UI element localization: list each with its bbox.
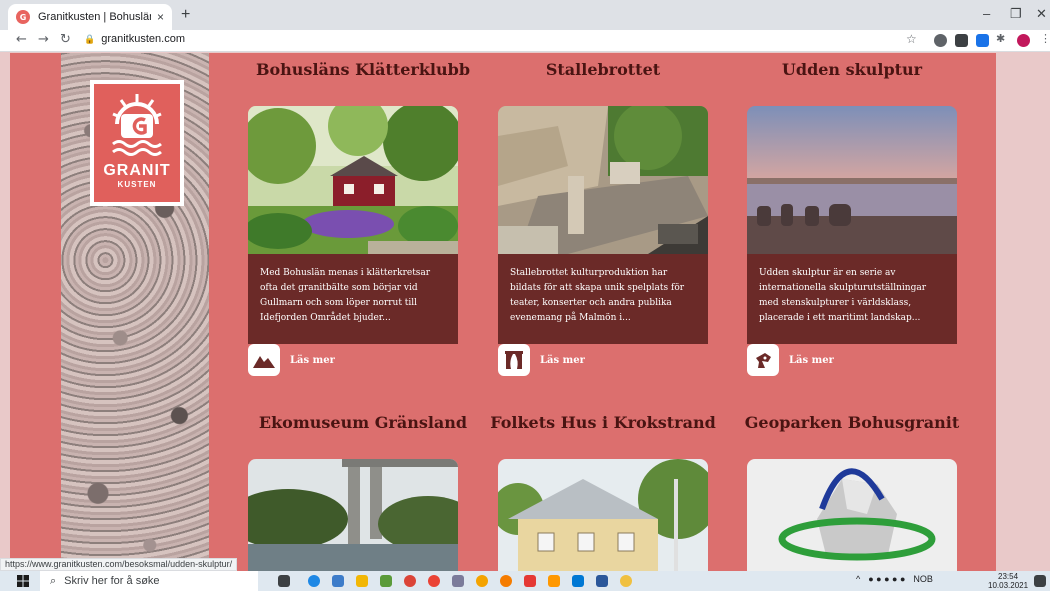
extension-icon[interactable]	[976, 34, 989, 47]
card-title[interactable]: Folkets Hus i Krokstrand	[478, 413, 728, 432]
card-image-ekomuseum[interactable]	[248, 459, 458, 571]
card-title[interactable]: Ekomuseum Gränsland	[238, 413, 488, 432]
notification-icon[interactable]	[1034, 575, 1046, 587]
logo-g-emblem	[112, 94, 162, 156]
file-explorer-icon[interactable]	[356, 575, 368, 587]
clock-time: 23:54	[998, 572, 1019, 581]
tab-title: Granitkusten | Bohuslänsk granit	[38, 11, 151, 23]
word-icon[interactable]	[596, 575, 608, 587]
card-title[interactable]: Geoparken Bohusgranit	[732, 413, 972, 432]
card-title[interactable]: Udden skulptur	[737, 60, 967, 79]
minimize-icon[interactable]: –	[983, 6, 990, 21]
card-image-folkets-hus[interactable]	[498, 459, 708, 571]
page-content: GRANIT KUSTEN Bohusläns Klätterklubb Sta…	[10, 53, 996, 571]
puzzle-icon[interactable]: ✱	[996, 32, 1005, 45]
card-footer[interactable]: Läs mer	[498, 344, 708, 376]
taskbar-clock[interactable]: 23:54 10.03.2021	[988, 572, 1028, 590]
close-window-icon[interactable]: ✕	[1036, 6, 1047, 22]
card-footer[interactable]: Läs mer	[248, 344, 458, 376]
card-description: Med Bohuslän menas i klätterkretsar ofta…	[248, 254, 458, 344]
card-image-udden-skulptur[interactable]	[747, 106, 957, 254]
card-description: Udden skulptur är en serie av internatio…	[747, 254, 957, 344]
sculpture-icon	[747, 344, 779, 376]
close-tab-icon[interactable]: ×	[157, 10, 164, 24]
taskbar-search-input[interactable]: ⌕ Skriv her for å søke	[40, 571, 258, 591]
bookmark-star-icon[interactable]: ☆	[906, 32, 917, 46]
logo-text-granit: GRANIT	[103, 162, 171, 179]
url-text: granitkusten.com	[101, 33, 185, 45]
granite-sidebar-image: GRANIT KUSTEN	[61, 53, 209, 571]
browser-tab[interactable]: G Granitkusten | Bohuslänsk granit ×	[8, 4, 172, 30]
card-title[interactable]: Bohusläns Klätterklubb	[238, 60, 488, 79]
google-icon[interactable]	[404, 575, 416, 587]
app-icon[interactable]	[452, 575, 464, 587]
theater-icon	[498, 344, 530, 376]
granitkusten-logo[interactable]: GRANIT KUSTEN	[90, 80, 184, 206]
read-more-link[interactable]: Läs mer	[540, 355, 585, 366]
clock-date: 10.03.2021	[988, 581, 1029, 590]
app-icon[interactable]	[500, 575, 512, 587]
app-icon[interactable]	[476, 575, 488, 587]
search-icon: ⌕	[50, 574, 57, 587]
address-bar[interactable]: 🔒 granitkusten.com	[84, 33, 185, 45]
read-more-link[interactable]: Läs mer	[789, 355, 834, 366]
card-image-klatterklubb[interactable]	[248, 106, 458, 254]
extension-icon[interactable]	[955, 34, 968, 47]
chevron-up-icon[interactable]: ^	[856, 574, 860, 584]
back-icon[interactable]: ←	[16, 32, 27, 47]
chrome-icon[interactable]	[428, 575, 440, 587]
restore-icon[interactable]: ❐	[1010, 6, 1022, 22]
app-icon[interactable]	[620, 575, 632, 587]
lock-icon: 🔒	[84, 33, 96, 44]
task-view-icon[interactable]	[278, 575, 290, 587]
reload-icon[interactable]: ↻	[60, 32, 71, 47]
windows-start-icon[interactable]	[17, 575, 29, 587]
edge-icon[interactable]	[308, 575, 320, 587]
menu-icon[interactable]: ⋮	[1040, 32, 1050, 45]
card-description: Stallebrottet kulturproduktion har bilda…	[498, 254, 708, 344]
favicon-icon: G	[16, 10, 30, 24]
read-more-link[interactable]: Läs mer	[290, 355, 335, 366]
outlook-icon[interactable]	[572, 575, 584, 587]
app-icon[interactable]	[548, 575, 560, 587]
profile-avatar[interactable]	[1017, 34, 1030, 47]
card-image-stallebrottet[interactable]	[498, 106, 708, 254]
office-icon[interactable]	[524, 575, 536, 587]
tray-icons[interactable]: ● ● ● ● ●	[868, 574, 905, 584]
card-title[interactable]: Stallebrottet	[488, 60, 718, 79]
extension-icon[interactable]	[934, 34, 947, 47]
search-placeholder: Skriv her for å søke	[64, 575, 160, 587]
card-footer[interactable]: Läs mer	[747, 344, 957, 376]
app-icon[interactable]	[380, 575, 392, 587]
browser-tab-bar: G Granitkusten | Bohuslänsk granit × + –…	[0, 0, 1050, 30]
browser-toolbar: ← → ↻ 🔒 granitkusten.com ☆ ✱ ⋮	[0, 30, 1050, 52]
windows-taskbar: ⌕ Skriv her for å søke ^ ● ● ● ● ● NOB 2…	[0, 571, 1050, 591]
app-icon[interactable]	[332, 575, 344, 587]
forward-icon[interactable]: →	[38, 32, 49, 47]
logo-text-kusten: KUSTEN	[117, 180, 157, 189]
status-url: https://www.granitkusten.com/besoksmal/u…	[0, 558, 238, 571]
new-tab-button[interactable]: +	[181, 6, 190, 24]
system-tray: ^ ● ● ● ● ● NOB	[856, 574, 933, 584]
language-indicator[interactable]: NOB	[913, 574, 933, 584]
mountain-icon	[248, 344, 280, 376]
card-image-geoparken[interactable]	[747, 459, 957, 571]
